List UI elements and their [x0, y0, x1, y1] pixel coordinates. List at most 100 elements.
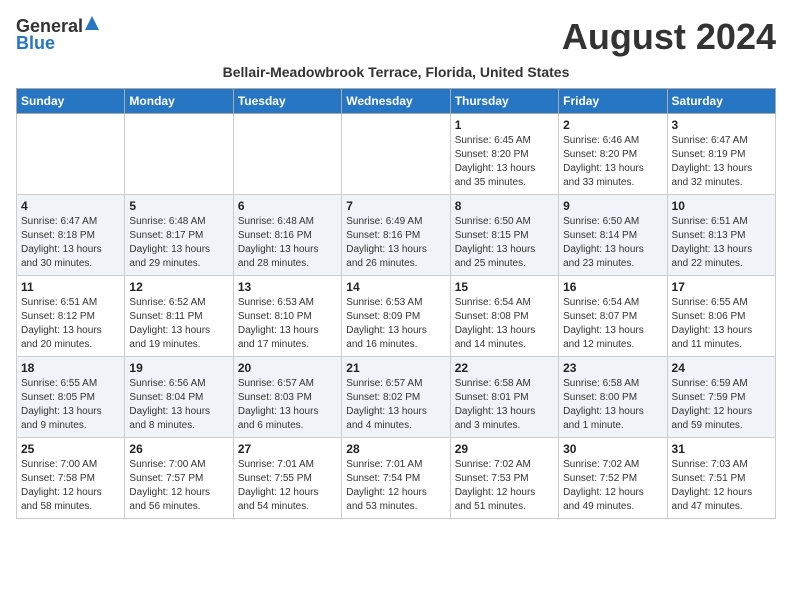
day-cell — [125, 114, 233, 195]
day-cell: 8 Sunrise: 6:50 AMSunset: 8:15 PMDaylight… — [450, 195, 558, 276]
day-number: 14 — [346, 280, 445, 294]
header-row: SundayMondayTuesdayWednesdayThursdayFrid… — [17, 89, 776, 114]
day-info: Sunrise: 6:54 AMSunset: 8:07 PMDaylight:… — [563, 296, 662, 352]
day-cell: 28Sunrise: 7:01 AMSunset: 7:54 PMDayligh… — [342, 438, 450, 519]
day-info: Sunrise: 7:03 AMSunset: 7:51 PMDaylight:… — [672, 458, 771, 514]
month-title: August 2024 — [562, 16, 776, 58]
day-cell: 15 Sunrise: 6:54 AMSunset: 8:08 PMDayligh… — [450, 276, 558, 357]
day-number: 29 — [455, 442, 554, 456]
day-info: Sunrise: 6:47 AMSunset: 8:19 PMDaylight:… — [672, 134, 771, 190]
day-info: Sunrise: 7:01 AMSunset: 7:54 PMDaylight:… — [346, 458, 445, 514]
day-info: Sunrise: 6:51 AMSunset: 8:13 PMDaylight:… — [672, 215, 771, 271]
day-number: 23 — [563, 361, 662, 375]
day-cell: 1Sunrise: 6:45 AMSunset: 8:20 PMDaylight… — [450, 114, 558, 195]
day-number: 3 — [672, 118, 771, 132]
column-header-monday: Monday — [125, 89, 233, 114]
day-info: Sunrise: 6:53 AMSunset: 8:10 PMDaylight:… — [238, 296, 337, 352]
day-cell: 26Sunrise: 7:00 AMSunset: 7:57 PMDayligh… — [125, 438, 233, 519]
day-info: Sunrise: 6:58 AMSunset: 8:01 PMDaylight:… — [455, 377, 554, 433]
day-number: 18 — [21, 361, 120, 375]
day-number: 30 — [563, 442, 662, 456]
day-cell: 24 Sunrise: 6:59 AMSunset: 7:59 PMDayligh… — [667, 357, 775, 438]
day-info: Sunrise: 6:46 AMSunset: 8:20 PMDaylight:… — [563, 134, 662, 190]
day-cell: 10 Sunrise: 6:51 AMSunset: 8:13 PMDayligh… — [667, 195, 775, 276]
day-info: Sunrise: 7:01 AMSunset: 7:55 PMDaylight:… — [238, 458, 337, 514]
day-cell — [233, 114, 341, 195]
day-cell: 2 Sunrise: 6:46 AMSunset: 8:20 PMDaylight… — [559, 114, 667, 195]
week-row-1: 1Sunrise: 6:45 AMSunset: 8:20 PMDaylight… — [17, 114, 776, 195]
day-info: Sunrise: 6:51 AMSunset: 8:12 PMDaylight:… — [21, 296, 120, 352]
day-number: 11 — [21, 280, 120, 294]
day-cell: 17Sunrise: 6:55 AMSunset: 8:06 PMDayligh… — [667, 276, 775, 357]
logo-blue: Blue — [16, 33, 55, 54]
day-info: Sunrise: 6:56 AMSunset: 8:04 PMDaylight:… — [129, 377, 228, 433]
day-info: Sunrise: 6:58 AMSunset: 8:00 PMDaylight:… — [563, 377, 662, 433]
day-number: 22 — [455, 361, 554, 375]
day-cell: 30 Sunrise: 7:02 AMSunset: 7:52 PMDayligh… — [559, 438, 667, 519]
day-info: Sunrise: 7:00 AMSunset: 7:57 PMDaylight:… — [129, 458, 228, 514]
day-number: 27 — [238, 442, 337, 456]
week-row-4: 18 Sunrise: 6:55 AMSunset: 8:05 PMDayligh… — [17, 357, 776, 438]
day-cell: 6 Sunrise: 6:48 AMSunset: 8:16 PMDaylight… — [233, 195, 341, 276]
day-cell: 3 Sunrise: 6:47 AMSunset: 8:19 PMDaylight… — [667, 114, 775, 195]
day-cell: 5 Sunrise: 6:48 AMSunset: 8:17 PMDaylight… — [125, 195, 233, 276]
day-number: 15 — [455, 280, 554, 294]
day-info: Sunrise: 7:00 AMSunset: 7:58 PMDaylight:… — [21, 458, 120, 514]
day-info: Sunrise: 6:49 AMSunset: 8:16 PMDaylight:… — [346, 215, 445, 271]
day-cell: 13 Sunrise: 6:53 AMSunset: 8:10 PMDayligh… — [233, 276, 341, 357]
day-info: Sunrise: 6:54 AMSunset: 8:08 PMDaylight:… — [455, 296, 554, 352]
day-cell: 16Sunrise: 6:54 AMSunset: 8:07 PMDayligh… — [559, 276, 667, 357]
day-cell — [342, 114, 450, 195]
day-info: Sunrise: 6:50 AMSunset: 8:14 PMDaylight:… — [563, 215, 662, 271]
day-cell: 21 Sunrise: 6:57 AMSunset: 8:02 PMDayligh… — [342, 357, 450, 438]
week-row-5: 25 Sunrise: 7:00 AMSunset: 7:58 PMDayligh… — [17, 438, 776, 519]
logo: General Blue — [16, 16, 99, 54]
day-number: 7 — [346, 199, 445, 213]
day-number: 21 — [346, 361, 445, 375]
day-number: 6 — [238, 199, 337, 213]
day-number: 19 — [129, 361, 228, 375]
day-number: 25 — [21, 442, 120, 456]
day-info: Sunrise: 6:50 AMSunset: 8:15 PMDaylight:… — [455, 215, 554, 271]
column-header-thursday: Thursday — [450, 89, 558, 114]
day-number: 13 — [238, 280, 337, 294]
day-info: Sunrise: 6:57 AMSunset: 8:03 PMDaylight:… — [238, 377, 337, 433]
header: General Blue August 2024 — [16, 16, 776, 58]
day-number: 4 — [21, 199, 120, 213]
day-cell: 25 Sunrise: 7:00 AMSunset: 7:58 PMDayligh… — [17, 438, 125, 519]
day-cell: 23 Sunrise: 6:58 AMSunset: 8:00 PMDayligh… — [559, 357, 667, 438]
day-cell: 14Sunrise: 6:53 AMSunset: 8:09 PMDayligh… — [342, 276, 450, 357]
week-row-2: 4 Sunrise: 6:47 AMSunset: 8:18 PMDaylight… — [17, 195, 776, 276]
day-number: 31 — [672, 442, 771, 456]
day-number: 10 — [672, 199, 771, 213]
day-info: Sunrise: 7:02 AMSunset: 7:52 PMDaylight:… — [563, 458, 662, 514]
day-cell: 11 Sunrise: 6:51 AMSunset: 8:12 PMDayligh… — [17, 276, 125, 357]
day-cell: 7 Sunrise: 6:49 AMSunset: 8:16 PMDaylight… — [342, 195, 450, 276]
day-number: 24 — [672, 361, 771, 375]
day-number: 2 — [563, 118, 662, 132]
day-cell: 29Sunrise: 7:02 AMSunset: 7:53 PMDayligh… — [450, 438, 558, 519]
day-info: Sunrise: 6:57 AMSunset: 8:02 PMDaylight:… — [346, 377, 445, 433]
column-header-tuesday: Tuesday — [233, 89, 341, 114]
day-cell: 22 Sunrise: 6:58 AMSunset: 8:01 PMDayligh… — [450, 357, 558, 438]
day-info: Sunrise: 6:59 AMSunset: 7:59 PMDaylight:… — [672, 377, 771, 433]
subtitle: Bellair-Meadowbrook Terrace, Florida, Un… — [16, 64, 776, 80]
day-cell: 19 Sunrise: 6:56 AMSunset: 8:04 PMDayligh… — [125, 357, 233, 438]
week-row-3: 11 Sunrise: 6:51 AMSunset: 8:12 PMDayligh… — [17, 276, 776, 357]
day-info: Sunrise: 6:48 AMSunset: 8:17 PMDaylight:… — [129, 215, 228, 271]
day-info: Sunrise: 6:48 AMSunset: 8:16 PMDaylight:… — [238, 215, 337, 271]
day-cell — [17, 114, 125, 195]
day-cell: 9 Sunrise: 6:50 AMSunset: 8:14 PMDaylight… — [559, 195, 667, 276]
day-number: 20 — [238, 361, 337, 375]
logo-icon — [85, 16, 99, 35]
day-number: 5 — [129, 199, 228, 213]
day-info: Sunrise: 6:55 AMSunset: 8:05 PMDaylight:… — [21, 377, 120, 433]
day-cell: 4 Sunrise: 6:47 AMSunset: 8:18 PMDaylight… — [17, 195, 125, 276]
day-number: 9 — [563, 199, 662, 213]
day-info: Sunrise: 6:52 AMSunset: 8:11 PMDaylight:… — [129, 296, 228, 352]
day-number: 17 — [672, 280, 771, 294]
day-cell: 18 Sunrise: 6:55 AMSunset: 8:05 PMDayligh… — [17, 357, 125, 438]
day-number: 8 — [455, 199, 554, 213]
day-number: 12 — [129, 280, 228, 294]
day-info: Sunrise: 6:47 AMSunset: 8:18 PMDaylight:… — [21, 215, 120, 271]
